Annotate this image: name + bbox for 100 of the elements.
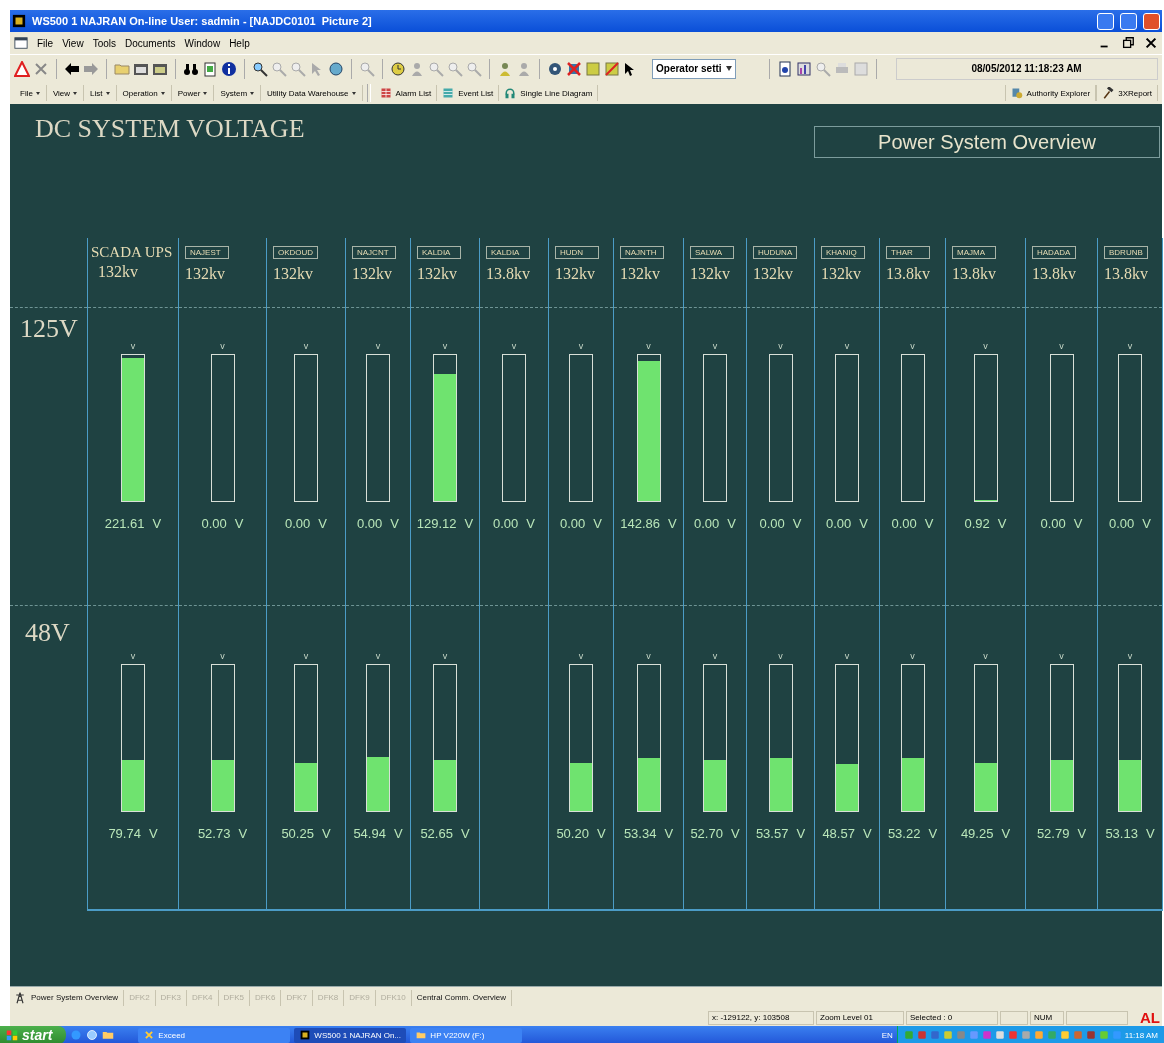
windows-logo-icon[interactable] (6, 1029, 18, 1041)
station-label: OKDOUD (273, 246, 319, 259)
language-indicator[interactable]: EN (881, 1030, 893, 1040)
tray-icon[interactable] (1085, 1030, 1096, 1040)
taskbar-button[interactable]: Exceed (138, 1027, 291, 1043)
document-icon[interactable] (776, 60, 793, 77)
voltage-reading: 0.00 (560, 516, 586, 531)
list-icon[interactable] (379, 87, 392, 99)
marker-label: v (1059, 650, 1064, 662)
tower-icon[interactable] (14, 992, 26, 1004)
person-icon[interactable] (516, 60, 532, 77)
chart-icon[interactable] (795, 60, 812, 77)
close-icon[interactable] (1144, 36, 1158, 50)
menu-item[interactable]: Help (229, 37, 250, 49)
marker-label: v (1127, 650, 1133, 662)
taskbar-button[interactable]: WS500 1 NAJRAN On... (294, 1027, 407, 1043)
tray-icon[interactable] (994, 1030, 1005, 1040)
voltage-reading: 52.65 (420, 826, 453, 841)
station-label: KHANIQ (821, 246, 865, 259)
menu-button[interactable]: Utility Data Warehouse (261, 85, 363, 101)
hammer-icon[interactable] (1102, 87, 1115, 99)
globe-icon[interactable] (86, 1029, 99, 1041)
person-icon[interactable] (497, 60, 513, 77)
app-icon[interactable] (300, 1030, 311, 1040)
menu-item[interactable]: View (62, 37, 84, 49)
menu-item[interactable]: Tools (92, 37, 116, 49)
unit-label: V (928, 826, 938, 841)
unit-label: V (796, 826, 806, 841)
voltage-reading: 52.73 (197, 826, 231, 841)
menu-button[interactable]: List (84, 85, 117, 101)
menu-button[interactable]: Operation (116, 85, 172, 101)
caret-icon (725, 66, 732, 71)
shield-icon[interactable] (1010, 87, 1023, 99)
menu-button[interactable]: View (46, 85, 85, 101)
voltage-rating: 132kv (273, 265, 314, 283)
x-icon[interactable] (144, 1030, 155, 1040)
minimize-button[interactable] (1097, 12, 1114, 30)
menu-item[interactable]: File (37, 37, 54, 49)
tray-icon[interactable] (981, 1030, 992, 1040)
globe-icon[interactable] (328, 60, 344, 77)
unit-label: V (1145, 826, 1155, 841)
restore-icon[interactable] (1121, 36, 1135, 50)
restore-button[interactable] (1120, 12, 1137, 30)
display-tab[interactable]: Central Comm. Overview (411, 990, 513, 1006)
toolbar-button[interactable]: Authority Explorer (1004, 85, 1097, 101)
app-icon[interactable] (12, 14, 26, 28)
tray-icon[interactable] (1033, 1030, 1044, 1040)
tray-icon[interactable] (1020, 1030, 1031, 1040)
folder-icon[interactable] (416, 1030, 427, 1040)
station-label: MAJMA (952, 246, 996, 259)
tray-icon[interactable] (942, 1030, 953, 1040)
display-tab[interactable]: Power System Overview (26, 990, 125, 1006)
operator-dropdown[interactable]: Operator setti (652, 58, 736, 79)
clock-icon[interactable] (390, 60, 406, 77)
toolbar-button[interactable]: Alarm List (374, 85, 438, 101)
station-label: KALDIA (486, 246, 530, 259)
folder-icon[interactable] (102, 1029, 115, 1041)
document-icon[interactable] (14, 36, 28, 50)
unit-label: V (730, 826, 740, 841)
unit-label: V (997, 516, 1007, 531)
voltage-reading: 48.57 (822, 826, 855, 841)
voltage-reading: 0.00 (826, 516, 852, 531)
tray-icon[interactable] (1098, 1030, 1109, 1040)
zoom-icon[interactable] (252, 60, 268, 77)
unit-label: V (234, 516, 244, 531)
toolbar-button[interactable]: 3XReport (1096, 85, 1158, 101)
unit-label: V (792, 516, 802, 531)
info-icon[interactable] (221, 60, 237, 77)
overview-button[interactable]: Power System Overview (814, 126, 1160, 158)
headphones-icon[interactable] (504, 87, 517, 99)
tray-icon[interactable] (1072, 1030, 1083, 1040)
cross-icon[interactable] (566, 60, 582, 77)
save-icon[interactable] (852, 60, 869, 77)
list-icon[interactable] (442, 87, 455, 99)
warning-icon[interactable] (14, 60, 30, 77)
marker-label: v (578, 340, 584, 352)
clipboard-icon[interactable] (202, 60, 218, 77)
station-label: HUDN (555, 246, 599, 259)
tray-icon[interactable] (1007, 1030, 1018, 1040)
voltage-reading: 53.34 (623, 826, 657, 841)
unit-label: V (668, 516, 677, 531)
menu-button[interactable]: System (214, 85, 262, 101)
tray-icon[interactable] (929, 1030, 940, 1040)
voltage-reading: 142.86 (620, 516, 661, 531)
close-button[interactable] (1143, 12, 1160, 30)
menu-item[interactable]: Documents (125, 37, 176, 49)
menu-button[interactable]: File (14, 85, 47, 101)
caret-icon (160, 91, 165, 95)
menu-button[interactable]: Power (171, 85, 215, 101)
unit-label: V (1142, 516, 1151, 531)
voltage-reading: 54.94 (353, 826, 386, 841)
voltage-rating: 13.8kv (886, 265, 931, 283)
tray-icon[interactable] (1059, 1030, 1070, 1040)
toolbar-button[interactable]: Single Line Diagram (499, 85, 599, 101)
unit-label: V (664, 826, 674, 841)
voltage-rating: 13.8kv (952, 265, 997, 283)
tray-icon[interactable] (916, 1030, 927, 1040)
taskbar-button[interactable]: HP V220W (F:) (410, 1027, 523, 1043)
toolbar-button[interactable]: Event List (437, 85, 500, 101)
menu-item[interactable]: Window (184, 37, 221, 49)
